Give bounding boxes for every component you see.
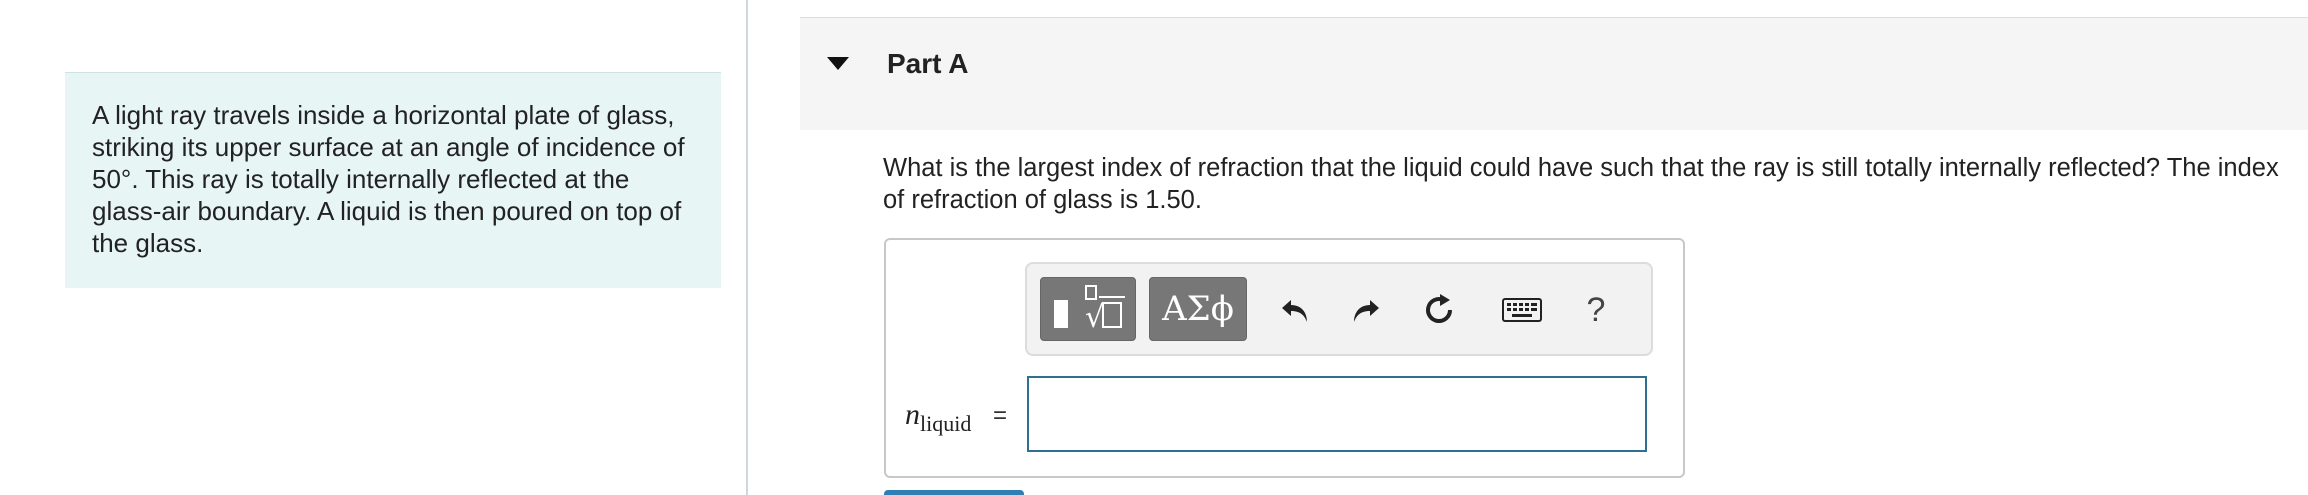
templates-icon: √ bbox=[1054, 285, 1125, 335]
equals-sign: = bbox=[993, 402, 1008, 429]
submit-button[interactable] bbox=[884, 490, 1024, 495]
answer-area: √ ΑΣϕ ? nliquid = bbox=[884, 238, 1685, 478]
undo-icon[interactable] bbox=[1275, 288, 1319, 332]
part-title: Part A bbox=[887, 48, 969, 79]
column-divider bbox=[746, 0, 748, 495]
part-a-header[interactable]: Part A bbox=[800, 17, 2308, 130]
symbols-label: ΑΣϕ bbox=[1162, 289, 1234, 329]
caret-down-icon[interactable] bbox=[827, 57, 849, 70]
answer-input[interactable] bbox=[1027, 376, 1647, 452]
keyboard-icon[interactable] bbox=[1493, 288, 1551, 332]
reset-icon[interactable] bbox=[1417, 288, 1461, 332]
variable-main: n bbox=[905, 398, 920, 431]
answer-variable: nliquid bbox=[905, 398, 971, 437]
symbols-button[interactable]: ΑΣϕ bbox=[1149, 277, 1247, 341]
math-toolbar: √ ΑΣϕ ? bbox=[1025, 262, 1653, 356]
redo-icon[interactable] bbox=[1342, 288, 1386, 332]
variable-subscript: liquid bbox=[920, 411, 972, 436]
help-icon[interactable]: ? bbox=[1574, 288, 1618, 332]
problem-intro: A light ray travels inside a horizontal … bbox=[65, 72, 721, 288]
help-label: ? bbox=[1586, 290, 1606, 329]
question-text: What is the largest index of refraction … bbox=[883, 154, 2279, 214]
problem-intro-text: A light ray travels inside a horizontal … bbox=[92, 100, 685, 258]
templates-button[interactable]: √ bbox=[1040, 277, 1136, 341]
